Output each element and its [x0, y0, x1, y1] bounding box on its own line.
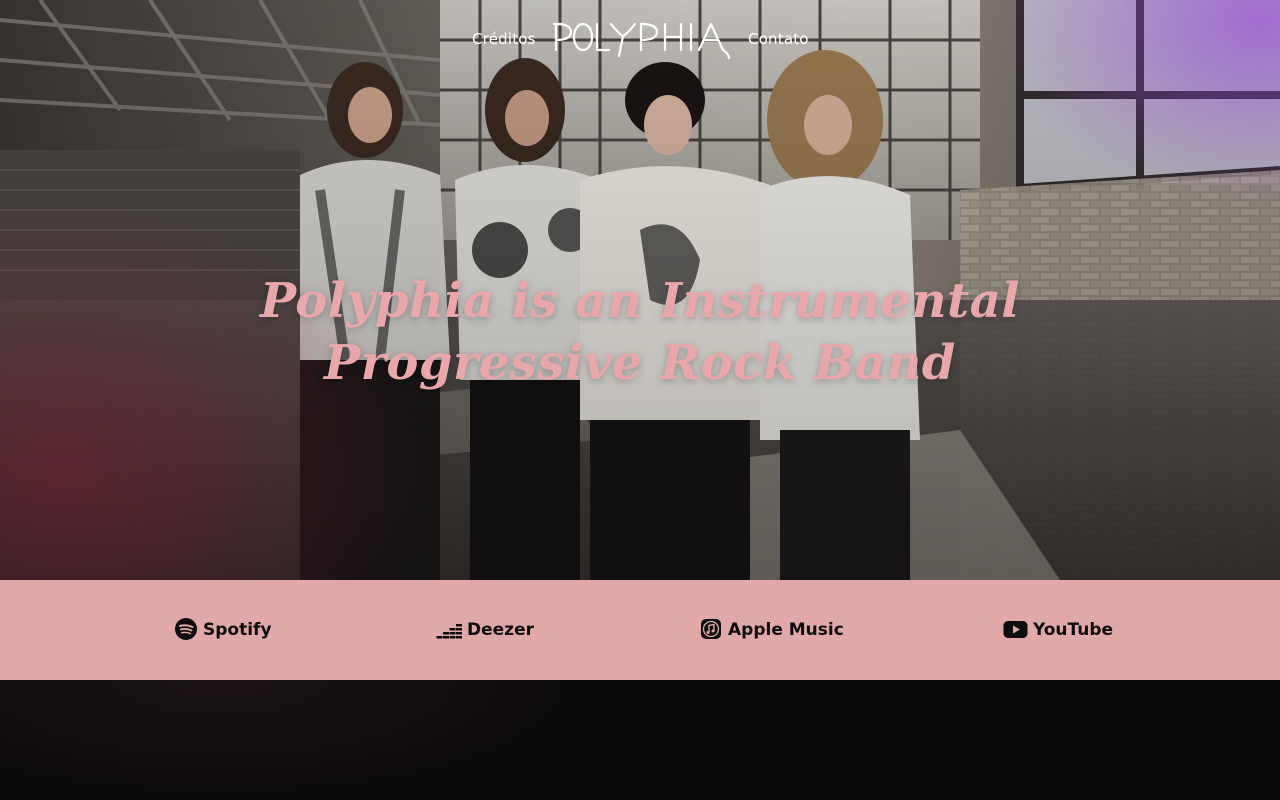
polyphia-logo[interactable]: [553, 20, 731, 60]
nav-link-contato[interactable]: Contato: [748, 30, 809, 48]
content-section-dark: [0, 680, 1280, 800]
hero-headline: Polyphia is an Instrumental Progressive …: [240, 270, 1040, 394]
youtube-icon: [1003, 618, 1029, 642]
apple-music-link[interactable]: Apple Music: [700, 618, 844, 642]
spotify-icon: [175, 618, 199, 642]
headline-line-1: Polyphia is an Instrumental: [259, 273, 1021, 329]
youtube-label: YouTube: [1033, 620, 1114, 640]
nav-link-creditos[interactable]: Créditos: [472, 30, 536, 48]
hero-section: Créditos Contato Polyphia is an Instrume…: [0, 0, 1280, 580]
spotify-label: Spotify: [203, 620, 272, 640]
deezer-label: Deezer: [467, 620, 534, 640]
top-nav: Créditos Contato: [0, 0, 1280, 80]
youtube-link[interactable]: YouTube: [1003, 618, 1113, 642]
streaming-links-bar: Spotify Deezer Apple Music YouTube: [0, 580, 1280, 680]
apple-music-label: Apple Music: [728, 620, 844, 640]
polyphia-wordmark-logo-icon: [553, 22, 731, 60]
deezer-link[interactable]: Deezer: [436, 618, 534, 642]
headline-line-2: Progressive Rock Band: [324, 335, 956, 391]
apple-music-icon: [700, 618, 724, 642]
deezer-icon: [436, 618, 463, 642]
spotify-link[interactable]: Spotify: [175, 618, 272, 642]
